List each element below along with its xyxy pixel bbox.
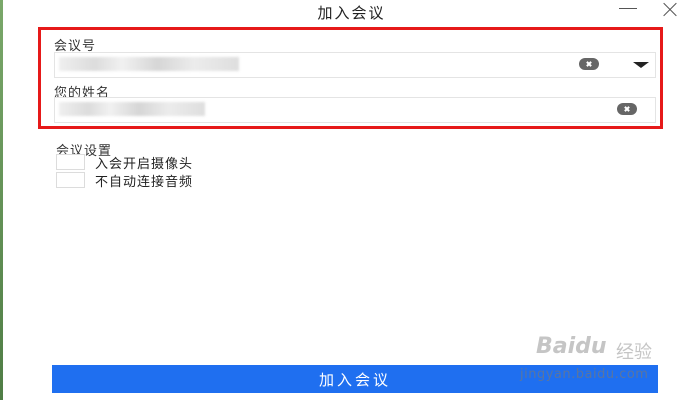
name-input[interactable]: ·········: [54, 97, 656, 123]
name-value: ·········: [59, 102, 205, 116]
audio-checkbox[interactable]: [56, 172, 85, 188]
left-edge-background: [0, 0, 3, 400]
title-bar: 加入会议: [3, 0, 700, 26]
meeting-id-value: ··· ··· ···: [59, 57, 239, 71]
close-icon[interactable]: [656, 0, 686, 20]
watermark-url: jingyan.baidu.com: [520, 367, 649, 382]
watermark-text: 经验: [616, 342, 652, 363]
camera-checkbox[interactable]: [56, 154, 85, 170]
meeting-id-clear-icon[interactable]: [579, 58, 599, 70]
audio-option-label: 不自动连接音频: [95, 175, 194, 190]
name-clear-icon[interactable]: [617, 103, 637, 115]
minimize-icon[interactable]: [613, 0, 643, 20]
watermark-logo: Baidu: [536, 334, 607, 359]
watermark: Baidu 经验 jingyan.baidu.com: [520, 322, 686, 388]
dropdown-arrow-icon[interactable]: [633, 62, 649, 68]
camera-option-label: 入会开启摄像头: [95, 157, 194, 172]
meeting-id-input[interactable]: ··· ··· ···: [54, 52, 656, 78]
window-title: 加入会议: [317, 4, 386, 22]
